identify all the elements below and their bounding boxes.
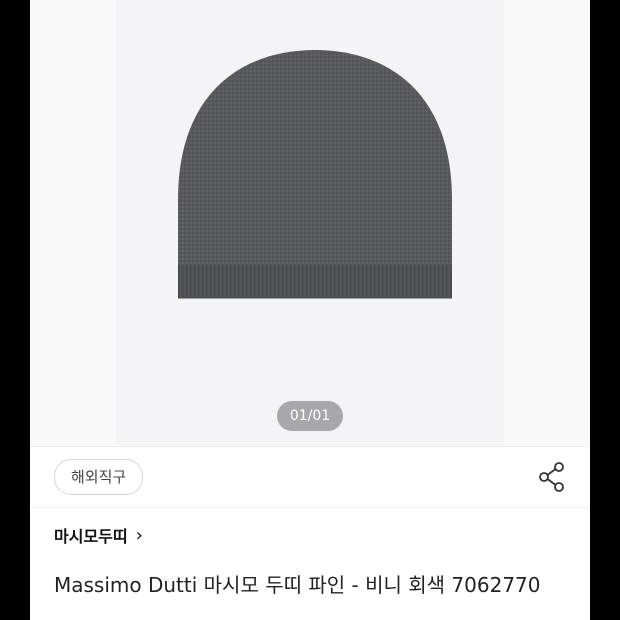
product-detail-screen: 01/01 해외직구 마시모두띠 › Massimo Dutti 마시모 두띠 … <box>30 0 590 620</box>
divider <box>30 446 590 447</box>
share-icon[interactable] <box>538 462 566 492</box>
gallery-edge-left <box>30 0 116 446</box>
divider <box>30 507 590 508</box>
brand-name: 마시모두띠 <box>54 527 128 546</box>
gallery-edge-right <box>504 0 590 446</box>
overseas-purchase-badge: 해외직구 <box>54 459 144 495</box>
product-image[interactable] <box>170 50 460 310</box>
brand-link[interactable]: 마시모두띠 › <box>54 520 143 550</box>
product-gallery[interactable]: 01/01 <box>30 0 590 446</box>
page-counter: 01/01 <box>277 401 343 431</box>
product-title: Massimo Dutti 마시모 두띠 파인 - 비니 회색 7062770 <box>54 573 541 597</box>
chevron-right-icon: › <box>135 524 143 546</box>
